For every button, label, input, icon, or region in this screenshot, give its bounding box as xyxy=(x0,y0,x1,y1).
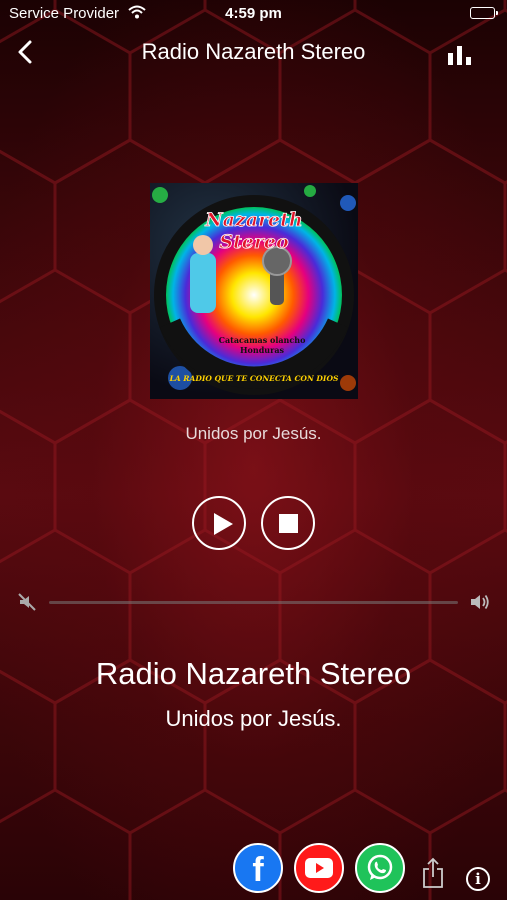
volume-slider[interactable] xyxy=(49,601,458,604)
page-title: Radio Nazareth Stereo xyxy=(141,39,366,64)
ring-slogan: LA RADIO QUE TE CONECTA CON DIOS xyxy=(169,374,339,383)
youtube-button[interactable] xyxy=(294,843,344,893)
speaker-loud-icon xyxy=(471,594,489,610)
stop-icon xyxy=(279,514,298,533)
location-line2: Honduras xyxy=(240,345,285,355)
hexagon-pattern xyxy=(0,0,507,900)
playback-controls xyxy=(0,496,507,552)
youtube-icon xyxy=(305,858,333,878)
whatsapp-button[interactable] xyxy=(355,843,405,893)
whatsapp-icon xyxy=(367,854,393,880)
bar-chart-icon[interactable] xyxy=(447,44,473,66)
location-line1: Catacamas olancho xyxy=(219,335,306,345)
clock: 4:59 pm xyxy=(225,5,282,22)
stop-button[interactable] xyxy=(261,496,315,550)
share-icon[interactable] xyxy=(421,857,445,889)
social-links: f i xyxy=(0,843,507,895)
station-artwork: Nazareth Stereo Catacamas olancho Hondur… xyxy=(150,183,358,399)
station-name: Radio Nazareth Stereo xyxy=(95,656,412,691)
navigation-bar: Radio Nazareth Stereo xyxy=(0,28,507,76)
now-playing-subtitle: Unidos por Jesús. xyxy=(185,424,322,443)
speaker-mute-icon xyxy=(18,593,36,611)
logo-line2: Stereo xyxy=(219,231,289,253)
facebook-icon: f xyxy=(252,850,264,889)
play-icon xyxy=(214,513,233,535)
play-button[interactable] xyxy=(192,496,246,550)
info-icon[interactable]: i xyxy=(466,867,490,891)
logo-line1: Nazareth xyxy=(204,209,302,231)
battery-icon xyxy=(470,7,498,19)
station-slogan: Unidos por Jesús. xyxy=(165,706,342,731)
facebook-button[interactable]: f xyxy=(233,843,283,893)
volume-control xyxy=(0,590,507,614)
status-bar: Service Provider 4:59 pm xyxy=(0,0,507,26)
chevron-left-icon[interactable] xyxy=(12,38,40,66)
